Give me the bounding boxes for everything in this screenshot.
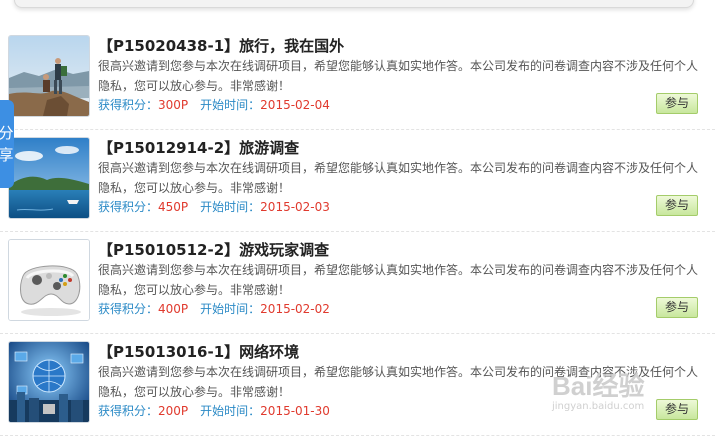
start-time-value: 2015-02-02 xyxy=(260,302,330,316)
points-label: 获得积分： xyxy=(98,98,159,112)
survey-thumbnail[interactable] xyxy=(8,341,90,423)
points-label: 获得积分： xyxy=(98,404,159,418)
start-time-value: 2015-01-30 xyxy=(260,404,330,418)
points-value: 200P xyxy=(158,404,189,418)
game-controller-image xyxy=(9,240,89,320)
points-label: 获得积分： xyxy=(98,302,159,316)
share-tab[interactable]: 分享 xyxy=(0,100,14,188)
points-label: 获得积分： xyxy=(98,200,159,214)
survey-description: 很高兴邀请到您参与本次在线调研项目，希望您能够认真如实地作答。本公司发布的问卷调… xyxy=(98,161,699,195)
start-time-label: 开始时间： xyxy=(200,200,261,214)
survey-title[interactable]: 【P15010512-2】游戏玩家调查 xyxy=(98,239,329,260)
points-value: 400P xyxy=(158,302,189,316)
survey-item: 【P15013016-1】网络环境 很高兴邀请到您参与本次在线调研项目，希望您能… xyxy=(0,334,715,436)
survey-description: 很高兴邀请到您参与本次在线调研项目，希望您能够认真如实地作答。本公司发布的问卷调… xyxy=(98,365,699,399)
survey-item: 【P15012914-2】旅游调查 很高兴邀请到您参与本次在线调研项目，希望您能… xyxy=(0,130,715,232)
island-sea-image xyxy=(9,138,89,218)
survey-title[interactable]: 【P15013016-1】网络环境 xyxy=(98,341,299,362)
points-value: 300P xyxy=(158,98,189,112)
survey-thumbnail[interactable] xyxy=(8,239,90,321)
survey-meta: 获得积分：200P 开始时间：2015-01-30 xyxy=(98,402,330,419)
survey-thumbnail[interactable] xyxy=(8,35,90,117)
survey-item: 【P15010512-2】游戏玩家调查 很高兴邀请到您参与本次在线调研项目，希望… xyxy=(0,232,715,334)
start-time-value: 2015-02-04 xyxy=(260,98,330,112)
start-time-label: 开始时间： xyxy=(200,302,261,316)
survey-title[interactable]: 【P15012914-2】旅游调查 xyxy=(98,137,299,158)
hikers-on-cliff-image xyxy=(9,36,89,116)
survey-description: 很高兴邀请到您参与本次在线调研项目，希望您能够认真如实地作答。本公司发布的问卷调… xyxy=(98,59,699,93)
survey-thumbnail[interactable] xyxy=(8,137,90,219)
join-button[interactable]: 参与 xyxy=(656,399,698,420)
survey-meta: 获得积分：300P 开始时间：2015-02-04 xyxy=(98,96,330,113)
points-value: 450P xyxy=(158,200,189,214)
survey-item: 【P15020438-1】旅行，我在国外 很高兴邀请到您参与本次在线调研项目，希… xyxy=(0,28,715,130)
network-globe-image xyxy=(9,342,89,422)
join-button[interactable]: 参与 xyxy=(656,297,698,318)
survey-meta: 获得积分：400P 开始时间：2015-02-02 xyxy=(98,300,330,317)
start-time-label: 开始时间： xyxy=(200,98,261,112)
start-time-label: 开始时间： xyxy=(200,404,261,418)
top-panel xyxy=(14,0,694,8)
join-button[interactable]: 参与 xyxy=(656,195,698,216)
survey-meta: 获得积分：450P 开始时间：2015-02-03 xyxy=(98,198,330,215)
survey-description: 很高兴邀请到您参与本次在线调研项目，希望您能够认真如实地作答。本公司发布的问卷调… xyxy=(98,263,699,297)
survey-title[interactable]: 【P15020438-1】旅行，我在国外 xyxy=(98,35,344,56)
join-button[interactable]: 参与 xyxy=(656,93,698,114)
start-time-value: 2015-02-03 xyxy=(260,200,330,214)
survey-list: 【P15020438-1】旅行，我在国外 很高兴邀请到您参与本次在线调研项目，希… xyxy=(0,28,715,436)
